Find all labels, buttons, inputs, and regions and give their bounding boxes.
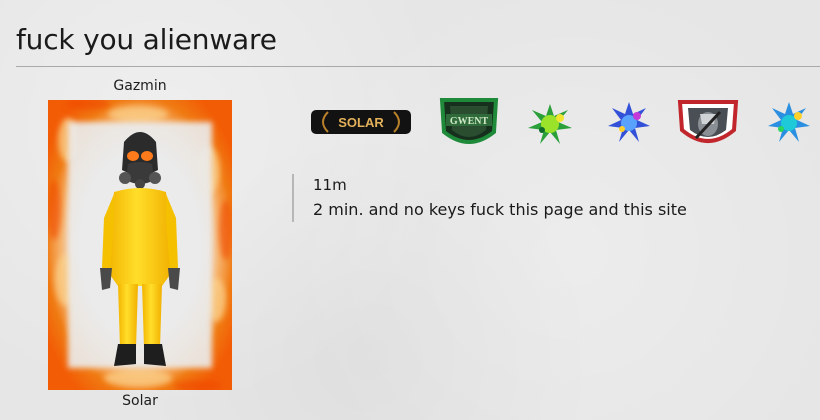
forum-post: 11m 2 min. and no keys fuck this page an… (292, 174, 804, 222)
rainbow-splash-badge[interactable] (764, 98, 814, 146)
gwent-badge[interactable]: GWENT (436, 94, 502, 152)
solar-rank-badge-icon: SOLAR (311, 110, 411, 134)
solar-rank-badge[interactable]: SOLAR (310, 106, 412, 138)
post-timestamp: 11m (313, 176, 347, 194)
blue-splash-badge[interactable] (604, 98, 654, 146)
green-splash-badge-icon (528, 104, 572, 144)
username[interactable]: Gazmin (48, 76, 232, 96)
gwent-badge-icon: GWENT (439, 98, 499, 144)
post-body: 2 min. and no keys fuck this page and th… (313, 200, 687, 219)
topic-title: fuck you alienware (16, 23, 277, 56)
witcher-shield-badge-icon (677, 100, 739, 143)
gwent-badge-text: GWENT (450, 116, 489, 127)
solar-badge-text: SOLAR (338, 115, 384, 130)
witcher-shield-badge[interactable] (676, 94, 740, 152)
hazmat-suit-avatar-icon (48, 100, 232, 390)
green-splash-badge[interactable] (524, 98, 576, 148)
user-rank-label: Solar (122, 393, 158, 409)
title-divider (16, 66, 820, 67)
rainbow-splash-badge-icon (768, 102, 810, 142)
avatar[interactable] (48, 100, 232, 390)
blue-splash-badge-icon (608, 102, 650, 142)
